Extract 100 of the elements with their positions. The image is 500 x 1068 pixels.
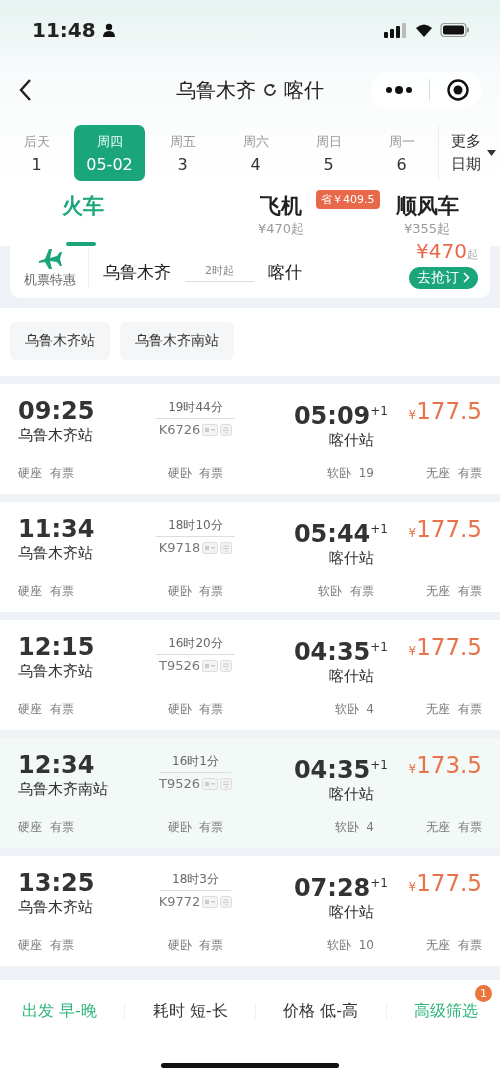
seat-availability: 无座 有票 xyxy=(426,818,482,836)
tag-icon xyxy=(220,423,233,436)
train-number: T9526 xyxy=(159,776,200,791)
more-dates-button[interactable]: 更多 日期 xyxy=(438,125,496,181)
train-number: K9772 xyxy=(158,894,201,909)
seat-availability: 硬卧 有票 xyxy=(167,818,224,836)
train-card[interactable]: 12:34 乌鲁木齐南站 16时1分 T9526 04:35$^{+1}$ 喀什站 ¥173.5 硬座 有票 硬卧 有票 软卧 4 无座 有票 xyxy=(0,738,500,848)
ticket-price: ¥177.5 xyxy=(408,397,482,426)
tag-icon xyxy=(220,895,233,908)
ticket-price: ¥177.5 xyxy=(408,633,482,662)
seat-availability: 无座 有票 xyxy=(426,582,482,600)
arrival-station: 喀什站 xyxy=(329,431,375,450)
train-number: K6726 xyxy=(158,422,201,437)
transport-tab[interactable]: 飞机 ¥470起 xyxy=(257,184,305,246)
filter-count-badge: 1 xyxy=(474,984,492,1002)
close-icon[interactable] xyxy=(446,78,470,102)
seat-availability: 硬卧 有票 xyxy=(167,464,224,482)
more-icon[interactable] xyxy=(385,85,413,95)
ticket-price: ¥173.5 xyxy=(408,751,482,780)
id-card-icon xyxy=(202,895,219,908)
date-tab[interactable]: 周六 4 xyxy=(220,125,291,181)
departure-time: 13:25 xyxy=(18,868,96,898)
departure-time: 12:34 xyxy=(18,750,96,780)
seat-availability: 软卧 4 xyxy=(334,700,375,718)
seat-availability: 软卧 19 xyxy=(327,464,375,482)
wifi-icon xyxy=(414,22,434,38)
travel-duration: 16时20分 xyxy=(156,635,235,655)
ticket-price: ¥177.5 xyxy=(408,869,482,898)
sort-option[interactable]: 耗时 短-长 xyxy=(152,1000,228,1022)
arrival-city: 喀什 xyxy=(284,76,324,104)
date-tab[interactable]: 后天 1 xyxy=(1,125,72,181)
seat-availability: 硬座 有票 xyxy=(18,464,75,482)
tag-icon xyxy=(220,541,233,554)
arrival-time: 05:09$^{+1}$ xyxy=(293,401,388,431)
train-card[interactable]: 12:15 乌鲁木齐站 16时20分 T9526 04:35$^{+1}$ 喀什站 ¥177.5 硬座 有票 硬卧 有票 软卧 4 无座 有票 xyxy=(0,620,500,730)
id-card-icon xyxy=(202,541,219,554)
sort-option[interactable]: 价格 低-高 xyxy=(283,1000,359,1022)
arrival-time: 04:35$^{+1}$ xyxy=(293,755,388,785)
flight-duration: 2时起 xyxy=(185,262,254,282)
train-card[interactable]: 11:34 乌鲁木齐站 18时10分 K9718 05:44$^{+1}$ 喀什站 ¥177.5 硬座 有票 硬卧 有票 软卧 有票 无座 有票 xyxy=(0,502,500,612)
arrival-station: 喀什站 xyxy=(329,667,375,686)
train-number: T9526 xyxy=(159,658,200,673)
departure-station: 乌鲁木齐站 xyxy=(18,898,94,917)
flight-price: ¥470起 xyxy=(416,241,478,264)
seat-availability: 硬座 有票 xyxy=(18,582,75,600)
battery-icon xyxy=(440,22,470,38)
travel-duration: 16时1分 xyxy=(160,753,231,773)
seat-availability: 硬卧 有票 xyxy=(167,582,224,600)
arrival-station: 喀什站 xyxy=(329,785,375,804)
seat-availability: 硬卧 有票 xyxy=(167,700,224,718)
train-number: K9718 xyxy=(158,540,201,555)
savings-badge: 省￥409.5 xyxy=(316,190,380,209)
id-card-icon xyxy=(202,659,218,672)
promo-departure: 乌鲁木齐 xyxy=(103,260,171,284)
date-tab[interactable]: 周日 5 xyxy=(293,125,364,181)
seat-availability: 硬座 有票 xyxy=(18,818,75,836)
station-filter[interactable]: 乌鲁木齐南站 xyxy=(120,322,234,360)
signal-icon xyxy=(384,22,408,38)
promo-label: 机票特惠 xyxy=(24,271,76,289)
id-card-icon xyxy=(202,777,218,790)
arrival-station: 喀什站 xyxy=(329,903,375,922)
airplane-icon xyxy=(37,247,63,271)
seat-availability: 软卧 10 xyxy=(327,936,375,954)
promo-arrival: 喀什 xyxy=(268,260,302,284)
arrival-time: 07:28$^{+1}$ xyxy=(293,873,388,903)
departure-station: 乌鲁木齐站 xyxy=(18,426,94,445)
departure-time: 12:15 xyxy=(18,632,96,662)
seat-availability: 软卧 4 xyxy=(334,818,375,836)
chevron-right-icon xyxy=(463,272,470,283)
departure-station: 乌鲁木齐站 xyxy=(18,544,94,563)
back-icon[interactable] xyxy=(18,78,32,102)
seat-availability: 硬卧 有票 xyxy=(167,936,224,954)
tag-icon xyxy=(220,777,232,790)
caret-down-icon xyxy=(487,150,496,156)
tag-icon xyxy=(220,659,232,672)
status-time: 11:48 xyxy=(32,18,96,42)
departure-station: 乌鲁木齐站 xyxy=(18,662,94,681)
station-filter[interactable]: 乌鲁木齐站 xyxy=(10,322,110,360)
train-card[interactable]: 13:25 乌鲁木齐站 18时3分 K9772 07:28$^{+1}$ 喀什站 ¥177.5 硬座 有票 硬卧 有票 软卧 10 无座 有票 xyxy=(0,856,500,966)
seat-availability: 无座 有票 xyxy=(426,936,482,954)
date-tab[interactable]: 周五 3 xyxy=(147,125,218,181)
seat-availability: 硬座 有票 xyxy=(18,700,75,718)
departure-station: 乌鲁木齐南站 xyxy=(18,780,109,799)
travel-duration: 19时44分 xyxy=(156,399,235,419)
id-card-icon xyxy=(202,423,219,436)
train-card[interactable]: 09:25 乌鲁木齐站 19时44分 K6726 05:09$^{+1}$ 喀什站 ¥177.5 硬座 有票 硬卧 有票 软卧 19 无座 有票 xyxy=(0,384,500,494)
arrival-station: 喀什站 xyxy=(329,549,375,568)
tab-indicator xyxy=(66,242,96,246)
ticket-price: ¥177.5 xyxy=(408,515,482,544)
person-icon xyxy=(101,23,116,37)
departure-city: 乌鲁木齐 xyxy=(176,76,256,104)
arrival-time: 04:35$^{+1}$ xyxy=(293,637,388,667)
arrival-time: 05:44$^{+1}$ xyxy=(293,519,388,549)
travel-duration: 18时10分 xyxy=(156,517,235,537)
departure-time: 09:25 xyxy=(18,396,96,426)
departure-time: 11:34 xyxy=(18,514,96,544)
seat-availability: 软卧 有票 xyxy=(318,582,375,600)
seat-availability: 硬座 有票 xyxy=(18,936,75,954)
seat-availability: 无座 有票 xyxy=(426,700,482,718)
seat-availability: 无座 有票 xyxy=(426,464,482,482)
